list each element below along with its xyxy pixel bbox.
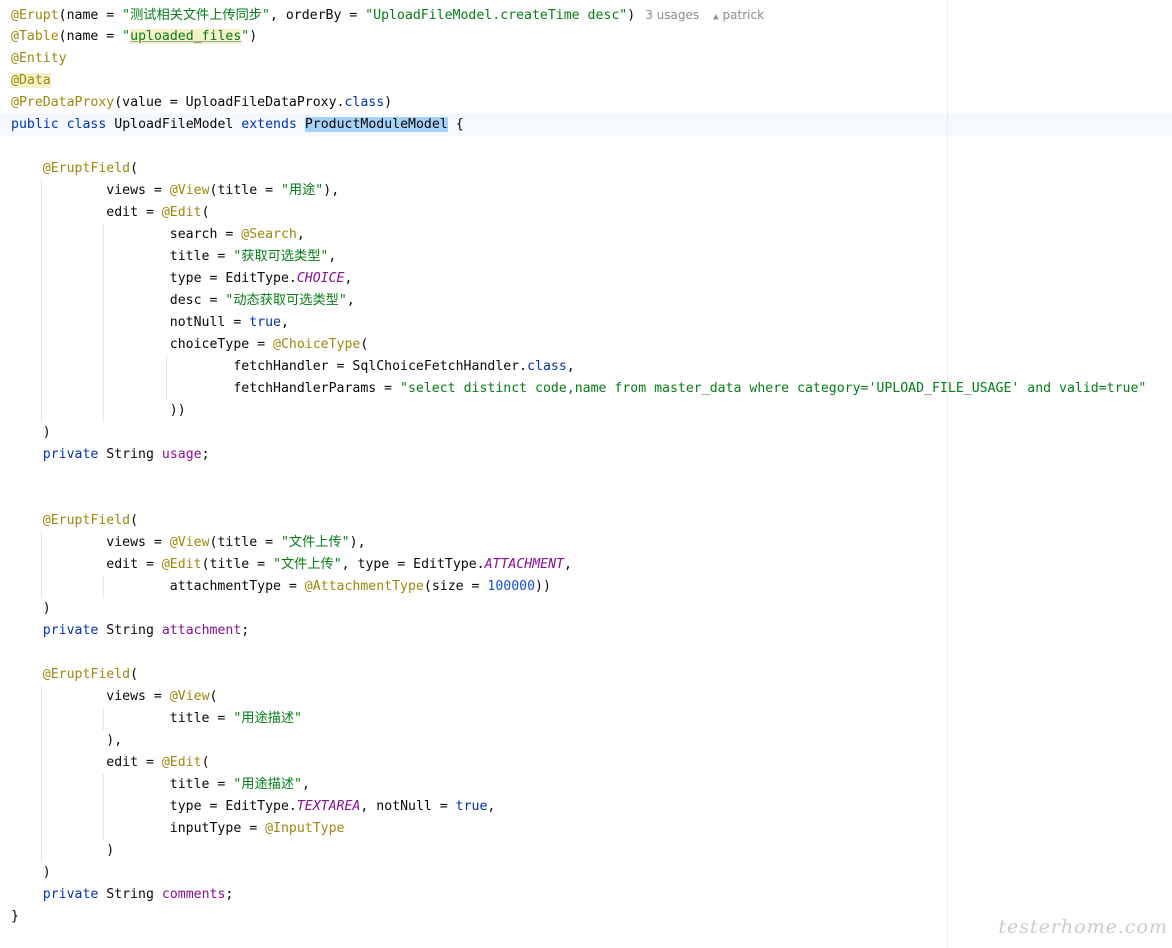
right-margin-guide: [947, 0, 948, 948]
code-line: private String comments;: [42, 887, 234, 902]
field-name-comments: comments: [161, 887, 226, 902]
annotation-eruptfield: @EruptField: [42, 513, 131, 528]
author-hint[interactable]: patrick: [723, 8, 765, 22]
code-line: @EruptField(: [42, 667, 139, 682]
class-name: UploadFileModel: [114, 117, 234, 132]
code-line: ),: [106, 733, 123, 748]
code-line: type = EditType.CHOICE,: [169, 271, 353, 286]
code-line: ): [42, 865, 51, 880]
code-line: edit = @Edit(: [106, 755, 210, 770]
code-line: @Data: [11, 70, 51, 92]
code-line: fetchHandler = SqlChoiceFetchHandler.cla…: [233, 359, 575, 374]
code-line: notNull = true,: [169, 315, 289, 330]
annotation-choicetype: @ChoiceType: [273, 337, 361, 352]
code-line: @PreDataProxy(value = UploadFileDataProx…: [11, 95, 393, 110]
annotation-search: @Search: [241, 227, 297, 242]
code-line: @Erupt(name = "测试相关文件上传同步", orderBy = "U…: [11, 4, 764, 26]
code-line: @EruptField(: [42, 513, 139, 528]
annotation-inputtype: @InputType: [265, 821, 345, 836]
code-line: private String attachment;: [42, 623, 250, 638]
code-line: type = EditType.TEXTAREA, notNull = true…: [169, 799, 496, 814]
annotation-view: @View: [169, 183, 210, 198]
code-editor[interactable]: @Erupt(name = "测试相关文件上传同步", orderBy = "U…: [0, 0, 1172, 948]
code-line: edit = @Edit(title = "文件上传", type = Edit…: [106, 557, 572, 572]
code-line: public class UploadFileModel extends Pro…: [11, 117, 464, 132]
code-line: views = @View(: [106, 689, 218, 704]
code-line: @EruptField(: [42, 161, 139, 176]
code-line: fetchHandlerParams = "select distinct co…: [233, 381, 1147, 396]
code-line: views = @View(title = "用途"),: [106, 183, 340, 198]
code-line: private String usage;: [42, 447, 210, 462]
code-line: }: [11, 906, 19, 928]
table-name-literal: uploaded_files: [130, 29, 242, 44]
code-line: title = "用途描述": [169, 711, 302, 726]
code-line: @Table(name = "uploaded_files"): [11, 29, 258, 44]
annotation-eruptfield: @EruptField: [42, 667, 131, 682]
code-line: desc = "动态获取可选类型",: [169, 293, 355, 308]
annotation-eruptfield: @EruptField: [42, 161, 131, 176]
code-line: views = @View(title = "文件上传"),: [106, 535, 366, 550]
annotation-predataproxy: @PreDataProxy: [11, 95, 115, 110]
keyword-public: public: [11, 117, 59, 132]
annotation-entity: @Entity: [11, 51, 67, 66]
annotation-attachmenttype: @AttachmentType: [304, 579, 424, 594]
code-line: @Entity: [11, 48, 67, 70]
code-line: )): [169, 403, 186, 418]
field-name-attachment: attachment: [161, 623, 242, 638]
code-line: title = "获取可选类型",: [169, 249, 337, 264]
annotation-data: @Data: [11, 73, 51, 88]
code-line: ): [106, 843, 115, 858]
watermark: testerhome.com: [998, 916, 1168, 938]
annotation-erupt: @Erupt: [11, 8, 59, 23]
usages-hint[interactable]: 3 usages: [645, 8, 699, 22]
code-line: inputType = @InputType: [169, 821, 345, 836]
code-line: edit = @Edit(: [106, 205, 210, 220]
person-icon: ▲: [713, 12, 719, 22]
string-literal: "测试相关文件上传同步": [122, 8, 270, 23]
class-close-brace: }: [11, 909, 19, 924]
sql-string-literal: "select distinct code,name from master_d…: [400, 381, 1147, 396]
keyword-class: class: [66, 117, 107, 132]
code-line: choiceType = @ChoiceType(: [169, 337, 369, 352]
code-line: attachmentType = @AttachmentType(size = …: [169, 579, 551, 594]
code-line: search = @Search,: [169, 227, 305, 242]
annotation-edit: @Edit: [161, 205, 202, 220]
string-literal: "UploadFileModel.createTime desc": [365, 8, 628, 23]
number-literal: 100000: [487, 579, 536, 594]
code-line: ): [42, 425, 51, 440]
keyword-extends: extends: [241, 117, 297, 132]
code-line: ): [42, 601, 51, 616]
annotation-table: @Table: [11, 29, 59, 44]
parent-class-name[interactable]: ProductModuleModel: [304, 117, 448, 132]
code-line: title = "用途描述",: [169, 777, 310, 792]
field-name-usage: usage: [161, 447, 202, 462]
